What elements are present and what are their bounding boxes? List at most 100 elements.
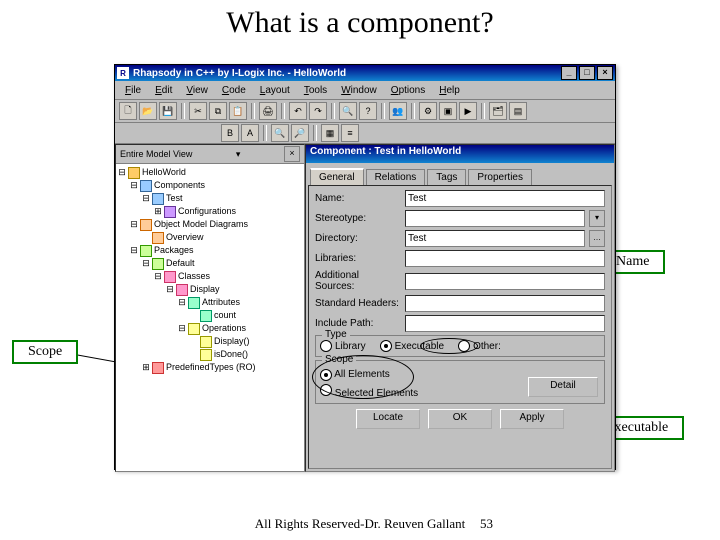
component-icon [152, 193, 164, 205]
menu-options[interactable]: Options [385, 84, 431, 97]
properties-panel: Component : Test in HelloWorld General R… [305, 144, 615, 472]
app-icon: R [117, 67, 129, 79]
secondary-toolbar: B A 🔍 🔎 ▦ ≡ [115, 123, 615, 144]
tab-bar: General Relations Tags Properties [306, 163, 614, 185]
addsrc-label: Additional Sources: [315, 270, 401, 292]
menu-edit[interactable]: Edit [149, 84, 178, 97]
directory-label: Directory: [315, 233, 401, 244]
zoom-in-icon[interactable]: 🔍 [271, 124, 289, 142]
tab-general[interactable]: General [310, 168, 364, 185]
browser-icon[interactable]: 🗂 [489, 102, 507, 120]
tab-relations[interactable]: Relations [366, 169, 426, 185]
undo-icon[interactable]: ↶ [289, 102, 307, 120]
scope-group: Scope All Elements Selected Elements Det… [315, 360, 605, 404]
open-icon[interactable]: 📂 [139, 102, 157, 120]
generate-icon[interactable]: ⚙ [419, 102, 437, 120]
text-icon[interactable]: A [241, 124, 259, 142]
browser-view-dropdown-icon[interactable]: ▾ [236, 149, 241, 160]
browser-close-button[interactable]: × [284, 146, 300, 162]
bold-icon[interactable]: B [221, 124, 239, 142]
align-icon[interactable]: ≡ [341, 124, 359, 142]
menu-file[interactable]: File [119, 84, 147, 97]
window-titlebar: R Rhapsody in C++ by I-Logix Inc. - Hell… [115, 65, 615, 81]
panel-title: Component : Test in HelloWorld [306, 145, 614, 163]
folder-icon [164, 206, 176, 218]
folder-icon [188, 297, 200, 309]
print-icon[interactable]: 🖨 [259, 102, 277, 120]
directory-browse-icon[interactable]: … [589, 230, 605, 247]
build-icon[interactable]: ▣ [439, 102, 457, 120]
app-window: R Rhapsody in C++ by I-Logix Inc. - Hell… [114, 64, 616, 470]
diagram-icon [152, 232, 164, 244]
output-icon[interactable]: ▤ [509, 102, 527, 120]
menu-window[interactable]: Window [335, 84, 383, 97]
redo-icon[interactable]: ↷ [309, 102, 327, 120]
tab-properties[interactable]: Properties [468, 169, 532, 185]
run-icon[interactable]: ▶ [459, 102, 477, 120]
stereotype-dropdown-icon[interactable]: ▾ [589, 210, 605, 227]
apply-button[interactable]: Apply [500, 409, 564, 429]
model-tree[interactable]: ⊟HelloWorld ⊟Components ⊟Test ⊞Configura… [116, 164, 304, 471]
package-icon [152, 362, 164, 374]
menu-layout[interactable]: Layout [254, 84, 296, 97]
paste-icon[interactable]: 📋 [229, 102, 247, 120]
tab-tags[interactable]: Tags [427, 169, 466, 185]
libraries-input[interactable] [405, 250, 605, 267]
minimize-button[interactable]: _ [561, 66, 577, 80]
libraries-label: Libraries: [315, 253, 401, 264]
locate-button[interactable]: Locate [356, 409, 420, 429]
folder-icon [188, 323, 200, 335]
type-library-radio[interactable]: Library [320, 340, 366, 352]
incpath-label: Include Path: [315, 318, 401, 329]
menu-view[interactable]: View [180, 84, 214, 97]
stdhdr-label: Standard Headers: [315, 298, 401, 309]
stereotype-input[interactable] [405, 210, 585, 227]
operation-icon [200, 349, 212, 361]
detail-button[interactable]: Detail [528, 377, 598, 397]
help-icon[interactable]: ? [359, 102, 377, 120]
main-toolbar: 🗋 📂 💾 ✂ ⧉ 📋 🖨 ↶ ↷ 🔍 ? 👥 ⚙ ▣ ▶ 🗂 ▤ [115, 100, 615, 123]
cut-icon[interactable]: ✂ [189, 102, 207, 120]
name-input[interactable] [405, 190, 605, 207]
type-legend: Type [322, 329, 350, 340]
save-icon[interactable]: 💾 [159, 102, 177, 120]
type-group: Type Library Executable Other: [315, 335, 605, 357]
maximize-button[interactable]: □ [579, 66, 595, 80]
menu-bar: File Edit View Code Layout Tools Window … [115, 81, 615, 100]
menu-help[interactable]: Help [433, 84, 466, 97]
people-icon[interactable]: 👥 [389, 102, 407, 120]
folder-icon [128, 167, 140, 179]
directory-input[interactable] [405, 230, 585, 247]
menu-code[interactable]: Code [216, 84, 252, 97]
name-label: Name: [315, 193, 401, 204]
slide-footer: All Rights Reserved-Dr. Reuven Gallant [0, 516, 720, 532]
window-title: Rhapsody in C++ by I-Logix Inc. - HelloW… [133, 68, 346, 79]
ok-button[interactable]: OK [428, 409, 492, 429]
stdhdr-input[interactable] [405, 295, 605, 312]
new-icon[interactable]: 🗋 [119, 102, 137, 120]
dialog-buttons: Locate OK Apply [315, 407, 605, 431]
browser-view-label: Entire Model View [120, 149, 192, 159]
find-icon[interactable]: 🔍 [339, 102, 357, 120]
zoom-out-icon[interactable]: 🔎 [291, 124, 309, 142]
package-icon [152, 258, 164, 270]
slide-title: What is a component? [0, 6, 720, 40]
attribute-icon [200, 310, 212, 322]
grid-icon[interactable]: ▦ [321, 124, 339, 142]
incpath-input[interactable] [405, 315, 605, 332]
operation-icon [200, 336, 212, 348]
folder-icon [140, 219, 152, 231]
class-icon [176, 284, 188, 296]
model-browser: Entire Model View ▾ × ⊟HelloWorld ⊟Compo… [115, 144, 305, 472]
close-button[interactable]: × [597, 66, 613, 80]
general-form: Name: Stereotype: ▾ Directory: … Librari… [308, 185, 612, 469]
stereotype-label: Stereotype: [315, 213, 401, 224]
menu-tools[interactable]: Tools [298, 84, 333, 97]
folder-icon [140, 180, 152, 192]
page-number: 53 [480, 516, 493, 532]
folder-icon [140, 245, 152, 257]
folder-icon [164, 271, 176, 283]
copy-icon[interactable]: ⧉ [209, 102, 227, 120]
callout-scope: Scope [12, 340, 78, 364]
addsrc-input[interactable] [405, 273, 605, 290]
